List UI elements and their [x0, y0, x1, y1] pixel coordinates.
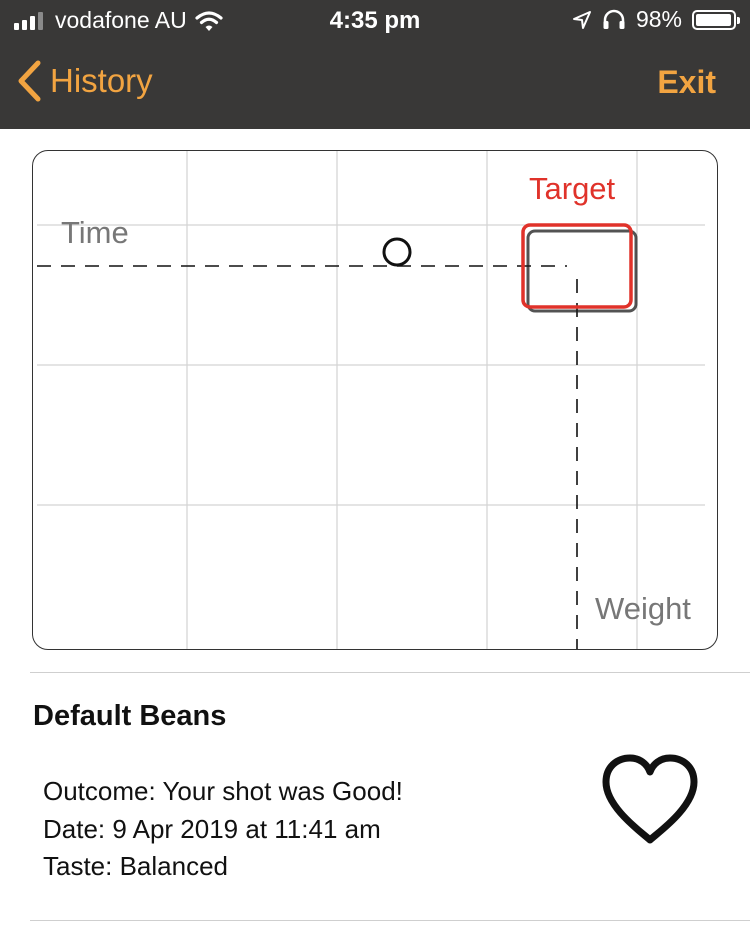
heart-outline-icon[interactable] [598, 752, 702, 848]
chart-canvas [37, 151, 705, 649]
target-box-shadow [526, 229, 638, 313]
headphones-icon [603, 9, 625, 29]
divider [30, 672, 750, 673]
battery-icon [692, 9, 740, 30]
shot-details: Outcome: Your shot was Good! Date: 9 Apr… [43, 773, 403, 886]
target-box [521, 223, 633, 309]
bean-title: Default Beans [33, 700, 227, 732]
status-bar: vodafone AU 4:35 pm 98% [0, 0, 750, 40]
status-right: 98% [572, 6, 740, 33]
nav-bar: History Exit [0, 40, 750, 129]
battery-fill [696, 13, 732, 26]
exit-button[interactable]: Exit [657, 64, 716, 101]
back-button[interactable]: History [16, 60, 153, 102]
chevron-left-icon [18, 60, 41, 102]
location-arrow-icon [572, 10, 591, 29]
divider-bottom [30, 920, 750, 921]
shot-marker [382, 237, 412, 267]
battery-percent: 98% [635, 6, 682, 32]
shot-chart: Time Weight Target [32, 150, 718, 650]
outcome-text: Outcome: Your shot was Good! [43, 776, 403, 806]
axis-label-time: Time [61, 215, 129, 250]
axis-label-weight: Weight [595, 591, 691, 626]
target-label: Target [529, 171, 616, 206]
taste-text: Taste: Balanced [43, 851, 229, 881]
back-label: History [50, 62, 153, 99]
date-text: Date: 9 Apr 2019 at 11:41 am [43, 813, 381, 844]
